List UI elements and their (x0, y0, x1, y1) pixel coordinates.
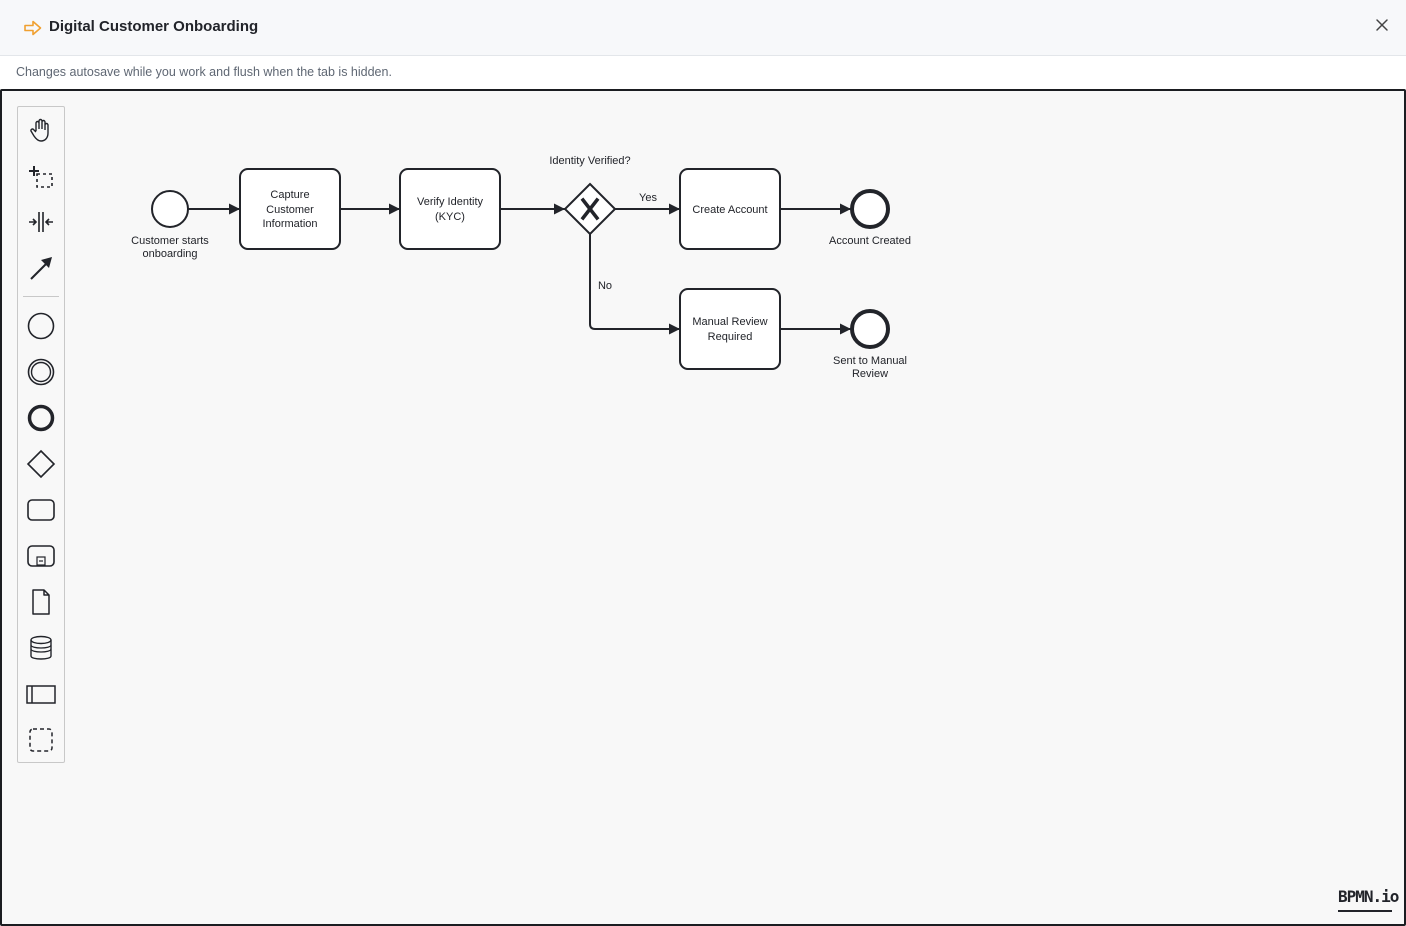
task-verify-identity[interactable] (399, 168, 501, 250)
task-label: Create Account (692, 204, 767, 216)
task-label: Information (262, 218, 317, 230)
dialog-header: Digital Customer Onboarding (0, 0, 1406, 56)
start-event-label: onboarding (142, 248, 197, 260)
end-event-label: Sent to Manual (833, 355, 907, 367)
task-label: Manual Review (692, 316, 767, 328)
bpmn-canvas[interactable]: Customer starts onboarding Capture Custo… (0, 89, 1406, 926)
autosave-bar: Changes autosave while you work and flus… (0, 56, 1406, 89)
flow-yes-label: Yes (639, 192, 657, 204)
process-diagram: Customer starts onboarding Capture Custo… (131, 155, 911, 380)
task-label: Capture (270, 189, 309, 201)
gateway-label: Identity Verified? (549, 155, 630, 167)
dialog-title: Digital Customer Onboarding (49, 18, 259, 35)
task-manual-review[interactable] (679, 288, 781, 370)
task-label: Customer (266, 204, 314, 216)
bpmn-io-logo[interactable]: BPMN.io (1338, 888, 1399, 912)
end-event-label: Review (852, 368, 888, 380)
start-event[interactable] (151, 190, 189, 228)
flow-no-label: No (598, 280, 612, 292)
close-icon[interactable] (1372, 15, 1392, 35)
task-label: (KYC) (435, 211, 465, 223)
end-event-manual-review[interactable] (850, 309, 890, 349)
end-event-label: Account Created (829, 235, 911, 247)
start-event-label: Customer starts (131, 235, 209, 247)
task-label: Required (708, 331, 753, 343)
end-event-account-created[interactable] (850, 189, 890, 229)
autosave-note: Changes autosave while you work and flus… (16, 65, 392, 79)
task-label: Verify Identity (417, 196, 484, 208)
arrow-right-icon (24, 20, 42, 36)
